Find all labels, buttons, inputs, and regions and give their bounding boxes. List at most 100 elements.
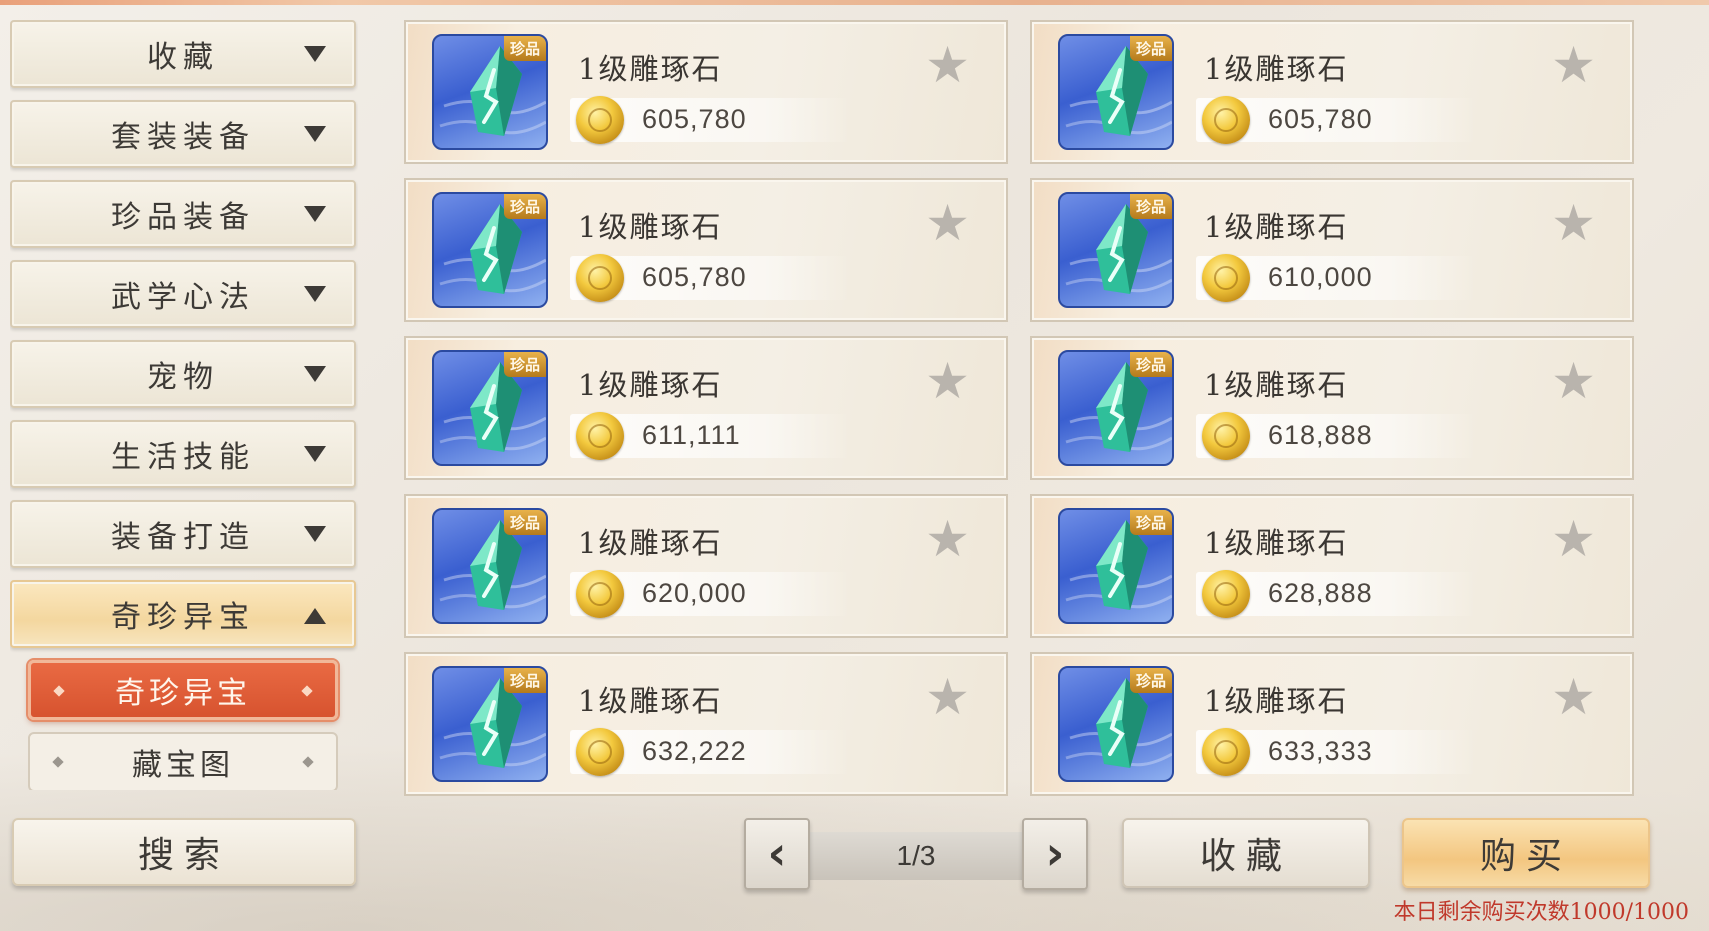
item-price: 628,888	[1268, 578, 1373, 608]
chevron-down-icon	[304, 366, 326, 382]
pagination: 1/3 ‹ ›	[744, 818, 1088, 892]
subcategory-label: 藏宝图	[132, 748, 234, 783]
item-name: 1级雕琢石	[1204, 684, 1349, 718]
subcategory-treasures[interactable]: 奇珍异宝	[28, 660, 338, 720]
item-price: 605,780	[642, 104, 747, 134]
search-button-label: 搜索	[137, 835, 230, 876]
chevron-left-icon[interactable]: ‹	[744, 818, 810, 890]
item-name: 1级雕琢石	[1204, 210, 1349, 244]
item-price: 610,000	[1268, 262, 1373, 292]
listing-card[interactable]: 珍品 1级雕琢石 628,888 ★	[1030, 494, 1634, 638]
listing-grid: 珍品 1级雕琢石 605,780 ★ 珍品 1级雕琢石 605,780 ★ 珍品 1级雕琢石 605…	[404, 20, 1634, 800]
diamond-ornament-icon	[52, 756, 64, 768]
gold-coin-icon	[1202, 254, 1250, 302]
chevron-down-icon	[304, 206, 326, 222]
category-label: 装备打造	[111, 520, 255, 555]
category-label: 生活技能	[111, 440, 255, 475]
category-life-skills[interactable]: 生活技能	[10, 420, 356, 488]
rare-tag: 珍品	[503, 194, 546, 219]
listing-card[interactable]: 珍品 1级雕琢石 610,000 ★	[1030, 178, 1634, 322]
gold-coin-icon	[576, 254, 624, 302]
buy-button-label: 购买	[1479, 836, 1572, 877]
jade-crystal-icon: 珍品	[1058, 350, 1174, 466]
star-icon[interactable]: ★	[1551, 672, 1596, 722]
item-name: 1级雕琢石	[578, 368, 723, 402]
rare-tag: 珍品	[503, 352, 546, 377]
rare-tag: 珍品	[1129, 510, 1172, 535]
jade-crystal-icon: 珍品	[1058, 34, 1174, 150]
star-icon[interactable]: ★	[925, 672, 970, 722]
listing-card[interactable]: 珍品 1级雕琢石 605,780 ★	[404, 178, 1008, 322]
gold-coin-icon	[576, 570, 624, 618]
category-label: 珍品装备	[111, 200, 255, 235]
subcategory-treasure-map[interactable]: 藏宝图	[28, 732, 338, 790]
listing-card[interactable]: 珍品 1级雕琢石 605,780 ★	[404, 20, 1008, 164]
category-equipment-forging[interactable]: 装备打造	[10, 500, 356, 568]
chevron-down-icon	[304, 46, 326, 62]
category-pets[interactable]: 宠物	[10, 340, 356, 408]
listing-card[interactable]: 珍品 1级雕琢石 605,780 ★	[1030, 20, 1634, 164]
remaining-purchases-text: 本日剩余购买次数1000/1000	[1393, 900, 1689, 925]
top-decor-strip	[0, 0, 1709, 5]
star-icon[interactable]: ★	[1551, 40, 1596, 90]
item-name: 1级雕琢石	[1204, 52, 1349, 86]
jade-crystal-icon: 珍品	[1058, 192, 1174, 308]
category-treasures[interactable]: 奇珍异宝	[10, 580, 356, 648]
category-label: 宠物	[147, 360, 219, 395]
star-icon[interactable]: ★	[925, 40, 970, 90]
chevron-down-icon	[304, 446, 326, 462]
rare-tag: 珍品	[503, 668, 546, 693]
listing-card[interactable]: 珍品 1级雕琢石 618,888 ★	[1030, 336, 1634, 480]
page-indicator: 1/3	[896, 840, 936, 871]
jade-crystal-icon: 珍品	[432, 666, 548, 782]
listing-card[interactable]: 珍品 1级雕琢石 632,222 ★	[404, 652, 1008, 796]
category-favorites[interactable]: 收藏	[10, 20, 356, 88]
category-sidebar: 收藏 套装装备 珍品装备 武学心法 宠物 生活技能 装备打造 奇珍异宝 奇珍异宝…	[10, 20, 358, 790]
buy-button[interactable]: 购买	[1402, 818, 1650, 888]
rare-tag: 珍品	[503, 510, 546, 535]
rare-tag: 珍品	[1129, 352, 1172, 377]
chevron-down-icon	[304, 126, 326, 142]
item-price: 632,222	[642, 736, 747, 766]
gold-coin-icon	[576, 96, 624, 144]
star-icon[interactable]: ★	[925, 514, 970, 564]
category-label: 收藏	[147, 40, 219, 75]
rare-tag: 珍品	[503, 36, 546, 61]
item-price: 633,333	[1268, 736, 1373, 766]
category-label: 套装装备	[111, 120, 255, 155]
listing-card[interactable]: 珍品 1级雕琢石 611,111 ★	[404, 336, 1008, 480]
chevron-right-icon[interactable]: ›	[1022, 818, 1088, 890]
rare-tag: 珍品	[1129, 36, 1172, 61]
favorite-button[interactable]: 收藏	[1122, 818, 1370, 888]
item-name: 1级雕琢石	[578, 52, 723, 86]
item-name: 1级雕琢石	[578, 210, 723, 244]
category-set-equipment[interactable]: 套装装备	[10, 100, 356, 168]
item-name: 1级雕琢石	[1204, 368, 1349, 402]
rare-tag: 珍品	[1129, 194, 1172, 219]
star-icon[interactable]: ★	[1551, 198, 1596, 248]
category-label: 武学心法	[111, 280, 255, 315]
category-label: 奇珍异宝	[111, 600, 255, 635]
star-icon[interactable]: ★	[925, 198, 970, 248]
chevron-down-icon	[304, 286, 326, 302]
gold-coin-icon	[1202, 728, 1250, 776]
item-price: 618,888	[1268, 420, 1373, 450]
category-martial-arts[interactable]: 武学心法	[10, 260, 356, 328]
item-name: 1级雕琢石	[578, 526, 723, 560]
jade-crystal-icon: 珍品	[1058, 508, 1174, 624]
category-rare-equipment[interactable]: 珍品装备	[10, 180, 356, 248]
diamond-ornament-icon	[302, 756, 314, 768]
item-name: 1级雕琢石	[578, 684, 723, 718]
listing-card[interactable]: 珍品 1级雕琢石 633,333 ★	[1030, 652, 1634, 796]
item-price: 605,780	[642, 262, 747, 292]
star-icon[interactable]: ★	[1551, 356, 1596, 406]
star-icon[interactable]: ★	[1551, 514, 1596, 564]
chevron-up-icon	[304, 608, 326, 624]
search-button[interactable]: 搜索	[12, 818, 356, 886]
star-icon[interactable]: ★	[925, 356, 970, 406]
item-price: 620,000	[642, 578, 747, 608]
gold-coin-icon	[576, 412, 624, 460]
jade-crystal-icon: 珍品	[432, 34, 548, 150]
rare-tag: 珍品	[1129, 668, 1172, 693]
listing-card[interactable]: 珍品 1级雕琢石 620,000 ★	[404, 494, 1008, 638]
